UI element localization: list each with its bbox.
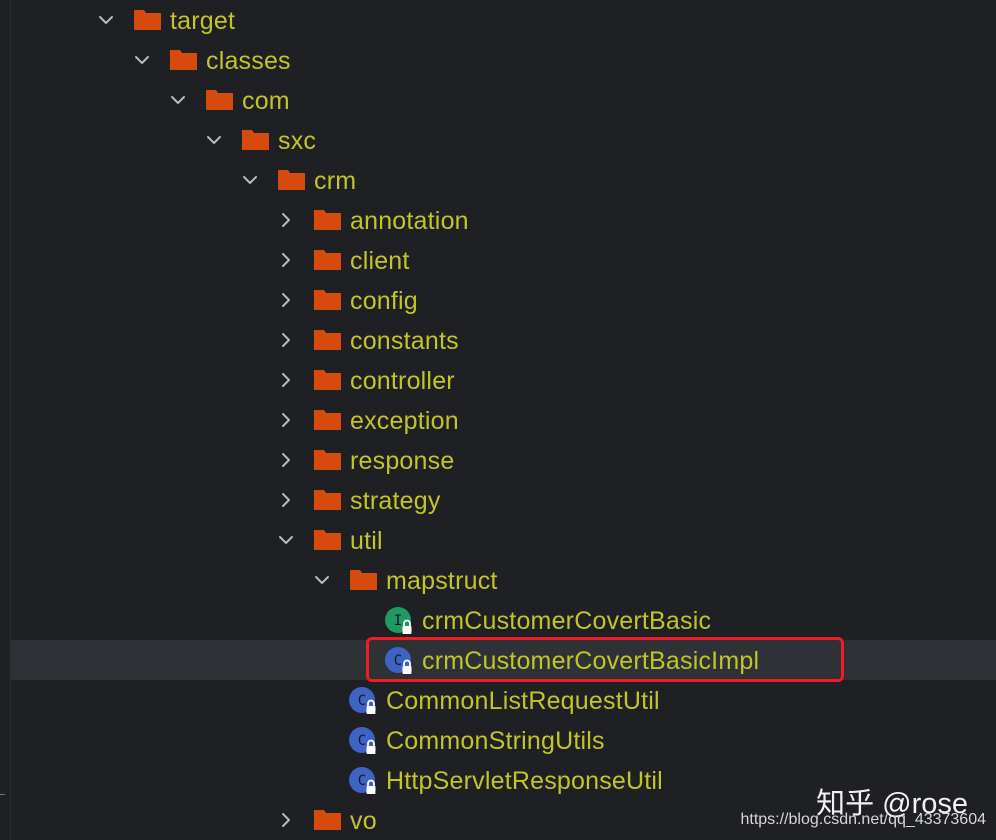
- svg-text:C: C: [358, 693, 366, 709]
- tree-node-label: util: [350, 527, 383, 555]
- tree-node-label: com: [242, 87, 290, 115]
- tree-node-label: config: [350, 287, 418, 315]
- folder-icon: [314, 330, 341, 350]
- chevron-right-icon[interactable]: [277, 451, 295, 469]
- chevron-down-icon[interactable]: [133, 51, 151, 69]
- chevron-right-icon[interactable]: [277, 491, 295, 509]
- chevron-right-icon[interactable]: [277, 411, 295, 429]
- tree-node-label: controller: [350, 367, 455, 395]
- chevron-down-icon[interactable]: [241, 171, 259, 189]
- tree-node-label: annotation: [350, 207, 469, 235]
- folder-icon: [314, 410, 341, 430]
- tree-node-mapstruct[interactable]: mapstruct: [0, 560, 996, 600]
- folder-icon: [314, 370, 341, 390]
- tree-node-label: CommonListRequestUtil: [386, 687, 660, 715]
- chevron-down-icon[interactable]: [277, 531, 295, 549]
- class-icon: C: [349, 687, 376, 714]
- tree-node-commonstringutils[interactable]: C CommonStringUtils: [0, 720, 996, 760]
- tree-node-label: response: [350, 447, 455, 475]
- svg-text:I: I: [394, 613, 402, 629]
- tree-node-label: crm: [314, 167, 357, 195]
- tree-node-label: mapstruct: [386, 567, 498, 595]
- chevron-down-icon[interactable]: [169, 91, 187, 109]
- tree-node-label: vo: [350, 807, 377, 835]
- chevron-right-icon[interactable]: [277, 811, 295, 829]
- folder-icon: [314, 290, 341, 310]
- folder-icon: [314, 810, 341, 830]
- folder-icon: [314, 450, 341, 470]
- tree-node-label: constants: [350, 327, 459, 355]
- tree-node-exception[interactable]: exception: [0, 400, 996, 440]
- svg-text:C: C: [358, 773, 366, 789]
- tree-node-client[interactable]: client: [0, 240, 996, 280]
- tree-node-label: client: [350, 247, 410, 275]
- svg-text:C: C: [358, 733, 366, 749]
- chevron-down-icon[interactable]: [313, 571, 331, 589]
- tree-node-controller[interactable]: controller: [0, 360, 996, 400]
- folder-icon: [170, 50, 197, 70]
- tree-node-label: HttpServletResponseUtil: [386, 767, 663, 795]
- tree-node-classes[interactable]: classes: [0, 40, 996, 80]
- chevron-right-icon[interactable]: [277, 371, 295, 389]
- chevron-right-icon[interactable]: [277, 331, 295, 349]
- tree-node-crmcustomercovertbasic[interactable]: IcrmCustomerCovertBasic: [0, 600, 996, 640]
- tree-node-sxc[interactable]: sxc: [0, 120, 996, 160]
- highlight-annotation-box: [366, 637, 844, 682]
- tree-node-util[interactable]: util: [0, 520, 996, 560]
- chevron-right-icon[interactable]: [277, 211, 295, 229]
- folder-icon: [314, 210, 341, 230]
- tree-node-response[interactable]: response: [0, 440, 996, 480]
- tree-node-com[interactable]: com: [0, 80, 996, 120]
- chevron-down-icon[interactable]: [205, 131, 223, 149]
- folder-icon: [242, 130, 269, 150]
- tree-node-label: exception: [350, 407, 459, 435]
- tree-node-strategy[interactable]: strategy: [0, 480, 996, 520]
- tree-node-label: target: [170, 7, 236, 35]
- tree-node-label: strategy: [350, 487, 441, 515]
- tree-node-annotation[interactable]: annotation: [0, 200, 996, 240]
- chevron-down-icon[interactable]: [97, 11, 115, 29]
- tree-node-label: classes: [206, 47, 291, 75]
- folder-icon: [314, 490, 341, 510]
- chevron-right-icon[interactable]: [277, 291, 295, 309]
- tree-node-label: CommonStringUtils: [386, 727, 605, 755]
- folder-icon: [314, 530, 341, 550]
- class-icon: C: [349, 727, 376, 754]
- class-icon: C: [349, 767, 376, 794]
- chevron-right-icon[interactable]: [277, 251, 295, 269]
- folder-icon: [350, 570, 377, 590]
- tree-node-label: sxc: [278, 127, 317, 155]
- tree-node-commonlistrequestutil[interactable]: C CommonListRequestUtil: [0, 680, 996, 720]
- tree-node-crm[interactable]: crm: [0, 160, 996, 200]
- folder-icon: [134, 10, 161, 30]
- tree-node-target[interactable]: target: [0, 0, 996, 40]
- tree-node-label: crmCustomerCovertBasic: [422, 607, 712, 635]
- interface-icon: I: [385, 607, 412, 634]
- tree-node-config[interactable]: config: [0, 280, 996, 320]
- tree-node-constants[interactable]: constants: [0, 320, 996, 360]
- folder-icon: [314, 250, 341, 270]
- watermark-url: https://blog.csdn.net/qq_43373604: [740, 811, 986, 828]
- folder-icon: [206, 90, 233, 110]
- folder-icon: [278, 170, 305, 190]
